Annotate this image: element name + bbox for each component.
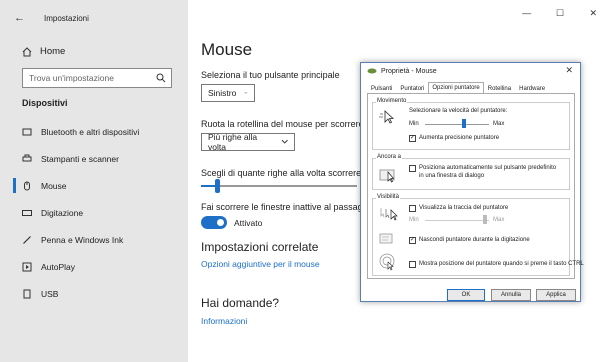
close-button[interactable]: ✕: [581, 8, 605, 28]
visibility-title: Visibilità: [376, 194, 400, 200]
lines-slider-track[interactable]: [201, 185, 357, 187]
snap-pointer-icon: [379, 169, 395, 183]
trails-slider-thumb[interactable]: [483, 215, 487, 224]
sidebar-item-bluetooth[interactable]: Bluetooth e altri dispositivi: [0, 118, 188, 145]
apply-button[interactable]: Applica: [536, 289, 576, 301]
autoplay-icon: [22, 262, 32, 271]
sidebar: ← Impostazioni Home Trova un'impostazion…: [0, 0, 188, 362]
mouse-icon: [367, 68, 377, 74]
speed-slider-thumb[interactable]: [462, 119, 466, 128]
sidebar-nav: Bluetooth e altri dispositivi Stampanti …: [0, 118, 188, 307]
sidebar-item-label: Penna e Windows Ink: [41, 234, 124, 245]
window-controls: — ☐ ✕: [510, 8, 610, 28]
trails-checkbox[interactable]: [409, 205, 416, 212]
bluetooth-device-icon: [22, 128, 32, 135]
precision-label: Aumenta precisione puntatore: [419, 135, 500, 141]
trails-slider-track[interactable]: [425, 220, 489, 221]
snap-label-line1: Posiziona automaticamente sul pulsante p…: [419, 165, 557, 171]
primary-button-label: Seleziona il tuo pulsante principale: [201, 70, 340, 80]
wheel-scroll-dropdown[interactable]: Più righe alla volta: [201, 132, 295, 152]
speed-min-label: Min: [409, 121, 419, 127]
sidebar-item-label: Bluetooth e altri dispositivi: [41, 126, 140, 137]
tab-panel: Movimento Selezionare la velocità del pu…: [367, 93, 584, 279]
dialog-titlebar: Proprietà - Mouse: [361, 63, 580, 79]
sidebar-item-label: Mouse: [41, 180, 67, 191]
pen-icon: [23, 235, 31, 244]
printer-icon: [22, 154, 32, 161]
snap-group: Ancora a Posiziona automaticamente sul p…: [372, 154, 570, 190]
page-title: Mouse: [201, 40, 253, 59]
additional-mouse-options-link[interactable]: Opzioni aggiuntive per il mouse: [201, 259, 320, 269]
questions-title: Hai domande?: [201, 296, 280, 310]
sidebar-item-label: Stampanti e scanner: [41, 153, 119, 164]
toggle-state: Attivato: [234, 218, 263, 228]
trails-max-label: Max: [493, 217, 505, 223]
keyboard-icon: [22, 209, 32, 216]
search-input[interactable]: Trova un'impostazione: [22, 68, 172, 88]
dropdown-value: Più righe alla volta: [208, 132, 258, 152]
trails-min-label: Min: [409, 217, 419, 223]
hide-pointer-label: Nascondi puntatore durante la digitazion…: [419, 237, 530, 243]
cancel-button[interactable]: Annulla: [491, 289, 531, 301]
sidebar-item-pen[interactable]: Penna e Windows Ink: [0, 226, 188, 253]
chevron-down-icon: [281, 139, 288, 144]
movement-group: Movimento Selezionare la velocità del pu…: [372, 98, 570, 150]
visibility-group: Visibilità Visualizza la traccia del pun…: [372, 194, 584, 276]
usb-icon: [23, 289, 31, 298]
minimize-button[interactable]: —: [515, 8, 539, 28]
speed-slider-track[interactable]: [425, 124, 489, 125]
speed-max-label: Max: [493, 121, 505, 127]
back-button[interactable]: ←: [14, 12, 25, 24]
speed-label: Selezionare la velocità del puntatore:: [409, 108, 508, 114]
primary-button-dropdown[interactable]: Sinistro: [201, 84, 255, 102]
sidebar-item-typing[interactable]: Digitazione: [0, 199, 188, 226]
hide-pointer-checkbox[interactable]: ✓: [409, 237, 416, 244]
precision-checkbox[interactable]: ✓: [409, 135, 416, 142]
sidebar-item-usb[interactable]: USB: [0, 280, 188, 307]
snap-label-line2: in una finestra di dialogo: [419, 173, 485, 179]
hide-pointer-icon: [379, 233, 393, 244]
dialog-title: Proprietà - Mouse: [381, 67, 437, 75]
related-settings-title: Impostazioni correlate: [201, 240, 319, 254]
sidebar-item-mouse[interactable]: Mouse: [0, 172, 188, 199]
mouse-properties-dialog: Proprietà - Mouse ✕ Pulsanti Puntatori O…: [360, 62, 584, 302]
search-icon: [156, 73, 166, 83]
sidebar-item-label: Home: [40, 46, 66, 57]
window-title: Impostazioni: [44, 14, 89, 23]
snap-title: Ancora a: [376, 154, 403, 160]
snap-checkbox[interactable]: [409, 165, 416, 172]
sidebar-item-home[interactable]: Home: [22, 46, 65, 57]
movement-title: Movimento: [376, 98, 408, 104]
lines-scroll-label: Scegli di quante righe alla volta scorre…: [201, 168, 362, 178]
home-icon: [22, 46, 32, 56]
chevron-down-icon: [244, 91, 248, 94]
trails-label: Visualizza la traccia del puntatore: [419, 205, 509, 211]
mouse-icon: [24, 181, 30, 190]
section-title: Dispositivi: [22, 98, 68, 108]
sidebar-item-autoplay[interactable]: AutoPlay: [0, 253, 188, 280]
dialog-close-button[interactable]: ✕: [565, 65, 573, 76]
ctrl-location-checkbox[interactable]: [409, 261, 416, 268]
sidebar-item-label: USB: [41, 288, 59, 299]
ctrl-location-label: Mostra posizione del puntatore quando si…: [419, 261, 584, 267]
show-location-icon: [379, 253, 395, 271]
pointer-trails-icon: [380, 208, 398, 221]
inactive-scroll-toggle[interactable]: [201, 216, 227, 229]
wheel-scroll-label: Ruota la rotellina del mouse per scorrer…: [201, 119, 364, 129]
inactive-scroll-label: Fai scorrere le finestre inattive al pas…: [201, 202, 375, 212]
dropdown-value: Sinistro: [208, 88, 237, 98]
sidebar-item-label: AutoPlay: [41, 261, 76, 272]
search-placeholder: Trova un'impostazione: [29, 73, 114, 83]
sidebar-item-printers[interactable]: Stampanti e scanner: [0, 145, 188, 172]
pointer-speed-icon: [379, 110, 395, 124]
sidebar-item-label: Digitazione: [41, 207, 84, 218]
lines-slider-thumb[interactable]: [215, 179, 220, 193]
ok-button[interactable]: OK: [447, 289, 485, 301]
maximize-button[interactable]: ☐: [548, 8, 572, 28]
info-link[interactable]: Informazioni: [201, 316, 247, 326]
